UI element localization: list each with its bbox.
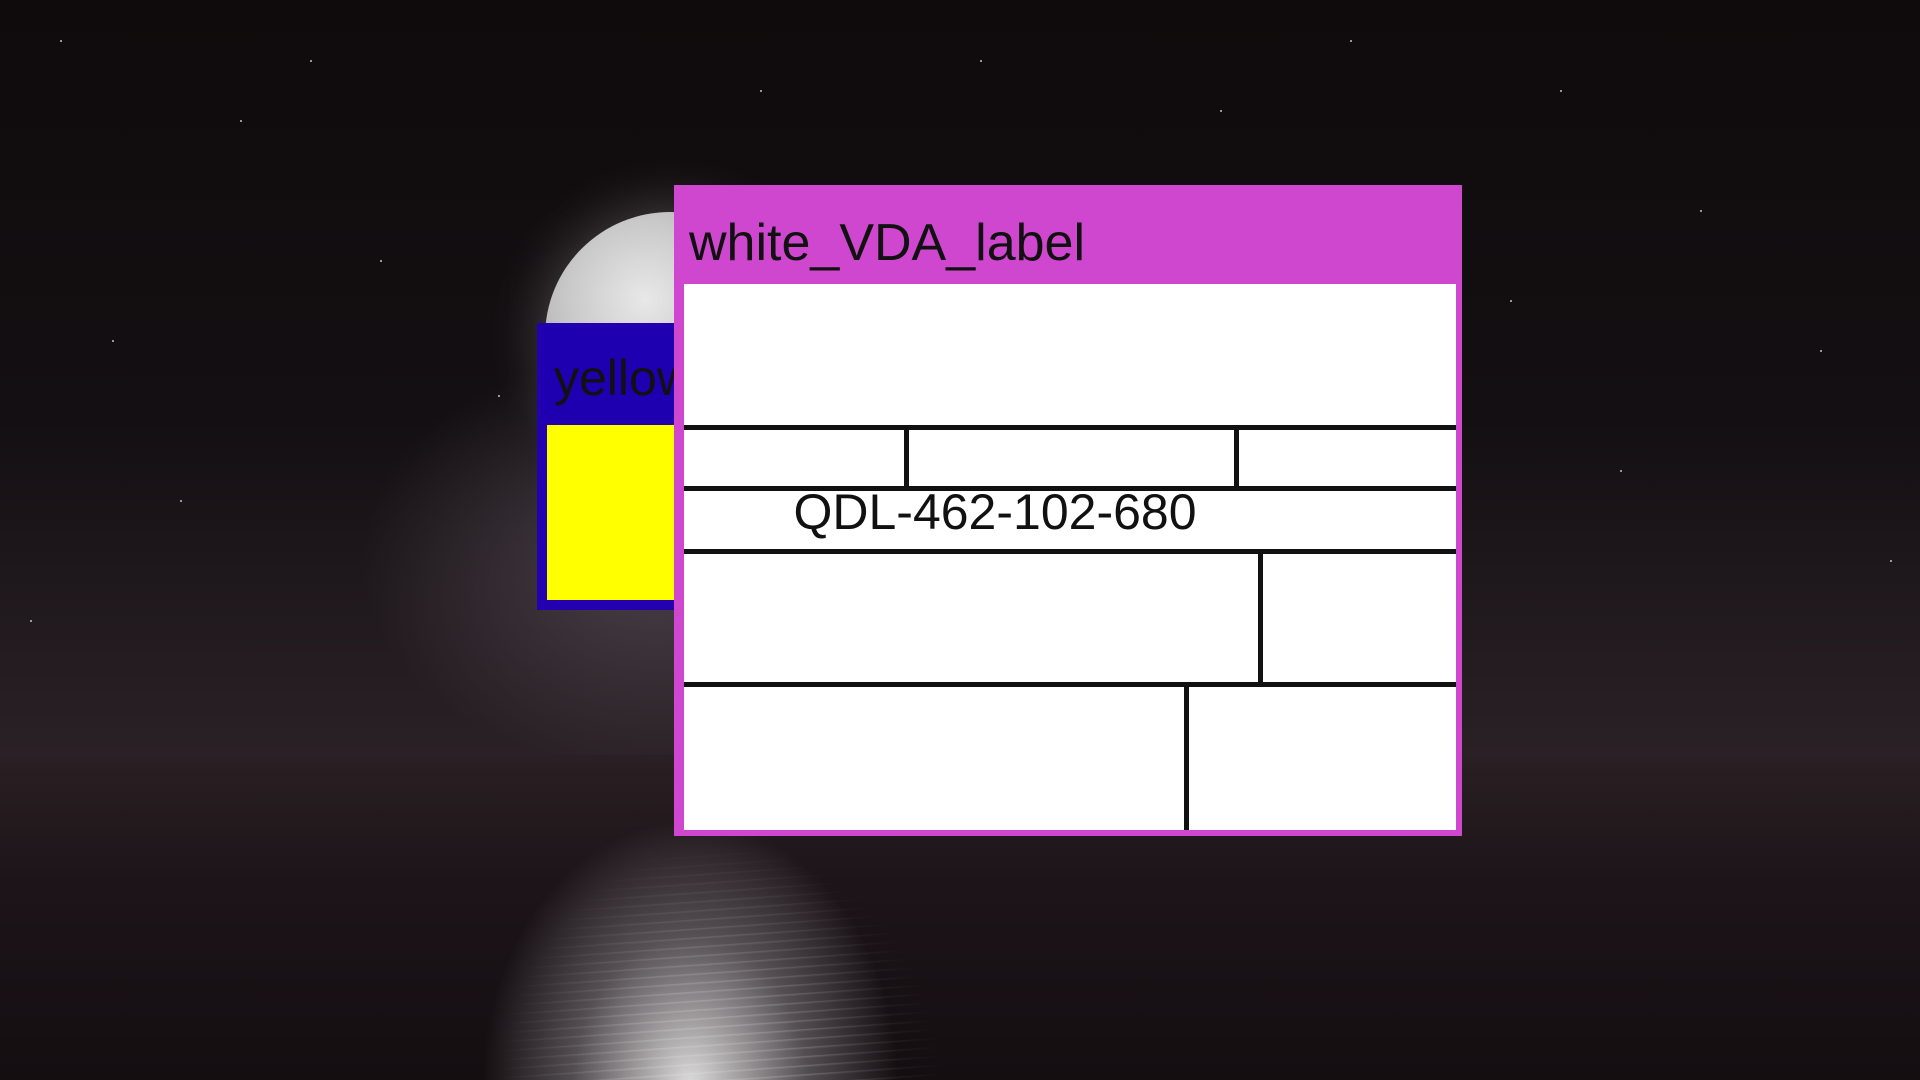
white-label-titlebar[interactable]: white_VDA_label [674,185,1462,280]
star [980,60,982,62]
label-code-text: QDL-462-102-680 [793,484,1197,540]
label-divider [684,549,1456,554]
star [180,500,182,502]
yellow-label-content[interactable] [547,425,683,600]
white-label-window[interactable]: white_VDA_label QDL-462-102-680 [674,185,1462,836]
star [1620,470,1622,472]
star [498,395,500,397]
star [60,40,62,42]
star [1510,300,1512,302]
star [240,120,242,122]
star [1220,110,1222,112]
label-divider [1234,425,1239,491]
label-divider [904,425,909,491]
star [30,620,32,622]
star [760,90,762,92]
desktop-wallpaper: yellow_VDA_label white_VDA_label QDL-462… [0,0,1920,1080]
star [1700,210,1702,212]
label-divider [684,425,1456,430]
star [1560,90,1562,92]
yellow-label-titlebar[interactable]: yellow_VDA_label [541,327,683,420]
label-divider [1258,549,1263,687]
star [380,260,382,262]
star [1350,40,1352,42]
label-divider [1184,682,1189,830]
yellow-label-window[interactable]: yellow_VDA_label [537,323,687,610]
white-label-content[interactable]: QDL-462-102-680 [684,284,1456,830]
yellow-label-title: yellow_VDA_label [554,350,683,406]
white-label-title: white_VDA_label [689,214,1086,272]
label-divider [684,682,1456,687]
star [112,340,114,342]
star [1820,350,1822,352]
star [310,60,312,62]
star [1890,560,1892,562]
